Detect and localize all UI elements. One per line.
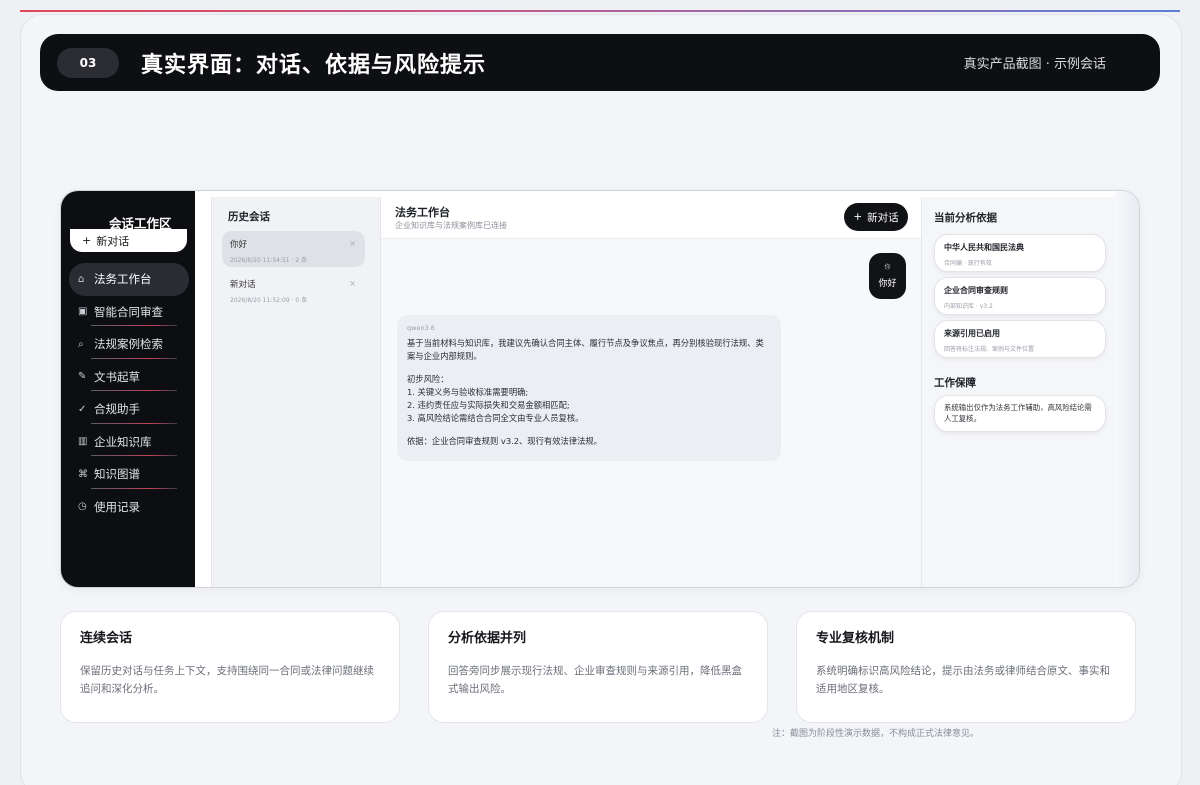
sidebar-new-chat-label: 新对话 [96,234,130,248]
section-banner: 03 真实界面：对话、依据与风险提示 真实产品截图 · 示例会话 [40,34,1160,91]
user-message: 你 你好 [869,253,906,299]
home-icon: ⌂ [78,273,85,285]
history-item[interactable]: 你好 2026/8/20 11:54:51 · 2 条 × [222,231,365,267]
user-label: 你 [884,264,891,271]
risk-item: 1. 关键义务与验收标准需要明确; [407,387,529,397]
guarantee-title: 工作保障 [934,377,976,389]
new-chat-button[interactable]: + 新对话 [844,203,908,231]
sidebar-item-legal-workbench[interactable]: ⌂ 法务工作台 [69,263,189,296]
evidence-meta: 合同编 · 现行有效 [944,260,992,267]
frame-edge [1115,191,1139,587]
check-icon: ✓ [78,403,87,415]
sidebar-item-knowledge-base[interactable]: ▥ 企业知识库 [69,426,189,459]
sidebar-item-contract-review[interactable]: ▣ 智能合同审查 [69,296,189,329]
risk-title: 初步风险： [407,374,449,384]
section-subtitle: 真实产品截图 · 示例会话 [963,57,1106,72]
sidebar-item-case-search[interactable]: ⌕ 法规案例检索 [69,328,189,361]
history-item-name: 你好 [230,240,248,250]
feature-card: 分析依据并列 回答旁同步展示现行法规、企业审查规则与来源引用，降低黑盒式输出风险… [428,611,768,723]
evidence-meta: 内部知识库 · v3.2 [944,303,993,310]
section-number: 03 [57,47,119,78]
evidence-card[interactable]: 中华人民共和国民法典 合同编 · 现行有效 [934,234,1106,272]
assistant-intro: 基于当前材料与知识库，我建议先确认合同主体、履行节点及争议焦点，再分别核验现行法… [407,338,764,361]
new-chat-label: 新对话 [867,211,899,224]
sidebar-new-chat-button[interactable]: + 新对话 [70,229,187,252]
sidebar-item-label: 合规助手 [94,402,140,417]
feature-card: 专业复核机制 系统明确标识高风险结论，提示由法务或律师结合原文、事实和适用地区复… [796,611,1136,723]
document-icon: ▣ [78,306,88,318]
user-message-text: 你好 [878,279,897,289]
book-icon: ▥ [78,436,88,448]
basis-text: 依据：企业合同审查规则 v3.2、现行有效法律法规。 [407,436,602,446]
risk-item: 2. 违约责任应与实际损失和交易金额相匹配; [407,400,570,410]
guarantee-note: 系统输出仅作为法务工作辅助，高风险结论需人工复核。 [934,395,1106,432]
evidence-card[interactable]: 来源引用已启用 回答将标注法规、案例与文件位置 [934,320,1106,358]
feature-title: 连续会话 [80,631,133,646]
plus-icon: + [853,211,863,223]
history-title: 历史会话 [228,211,270,223]
model-label: qwen3.6 [407,324,435,332]
pen-icon: ✎ [78,371,87,383]
footnote: 注：截图为阶段性演示数据，不构成正式法律意见。 [772,729,980,739]
risk-item: 3. 高风险结论需结合合同全文由专业人员复核。 [407,413,584,423]
sidebar-item-compliance[interactable]: ✓ 合规助手 [69,393,189,426]
sidebar-item-label: 智能合同审查 [94,304,163,319]
search-icon: ⌕ [78,338,84,350]
top-accent-line [20,10,1180,12]
feature-card: 连续会话 保留历史对话与任务上下文，支持围绕同一合同或法律问题继续追问和深化分析… [60,611,400,723]
sidebar: 会话工作区 + 新对话 ⌂ 法务工作台 ▣ 智能合同审查 ⌕ 法规案例检索 ✎ [61,191,195,587]
history-panel: 历史会话 你好 2026/8/20 11:54:51 · 2 条 × 新对话 2… [211,197,381,587]
history-item[interactable]: 新对话 2026/8/20 11:52:09 · 0 条 × [222,271,365,307]
chat-subtitle: 企业知识库与法规案例库已连接 [395,221,507,230]
sidebar-item-label: 知识图谱 [94,467,140,482]
history-item-meta: 2026/8/20 11:52:09 · 0 条 [230,297,308,304]
history-item-name: 新对话 [230,280,256,290]
sidebar-item-label: 法务工作台 [94,272,152,287]
evidence-name: 来源引用已启用 [944,329,1000,338]
sidebar-nav: ⌂ 法务工作台 ▣ 智能合同审查 ⌕ 法规案例检索 ✎ 文书起草 ✓ 合规助手 … [69,263,189,523]
feature-title: 分析依据并列 [448,631,527,646]
evidence-card[interactable]: 企业合同审查规则 内部知识库 · v3.2 [934,277,1106,315]
chat-header: 法务工作台 企业知识库与法规案例库已连接 + 新对话 [381,197,921,239]
close-icon[interactable]: × [349,239,356,248]
chat-title: 法务工作台 [395,206,450,219]
feature-desc: 系统明确标识高风险结论，提示由法务或律师结合原文、事实和适用地区复核。 [816,665,1110,695]
chat-panel: 法务工作台 企业知识库与法规案例库已连接 + 新对话 你 你好 qwen3.6 … [381,197,921,587]
evidence-name: 中华人民共和国民法典 [944,243,1024,252]
history-item-meta: 2026/8/20 11:54:51 · 2 条 [230,257,308,264]
feature-title: 专业复核机制 [816,631,895,646]
close-icon[interactable]: × [349,279,356,288]
clock-icon: ◷ [78,501,87,513]
sidebar-item-drafting[interactable]: ✎ 文书起草 [69,361,189,394]
sidebar-item-usage-log[interactable]: ◷ 使用记录 [69,491,189,524]
feature-desc: 回答旁同步展示现行法规、企业审查规则与来源引用，降低黑盒式输出风险。 [448,665,742,695]
assistant-message: qwen3.6 基于当前材料与知识库，我建议先确认合同主体、履行节点及争议焦点，… [397,315,781,461]
plus-icon: + [82,234,92,247]
evidence-panel: 当前分析依据 中华人民共和国民法典 合同编 · 现行有效 企业合同审查规则 内部… [921,197,1117,587]
sidebar-item-label: 使用记录 [94,499,140,514]
sidebar-item-label: 企业知识库 [94,434,152,449]
sidebar-item-knowledge-graph[interactable]: ⌘ 知识图谱 [69,458,189,491]
feature-cards: 连续会话 保留历史对话与任务上下文，支持围绕同一合同或法律问题继续追问和深化分析… [60,611,1136,723]
sidebar-item-label: 法规案例检索 [94,337,163,352]
evidence-title: 当前分析依据 [934,212,997,224]
app-screenshot: 会话工作区 + 新对话 ⌂ 法务工作台 ▣ 智能合同审查 ⌕ 法规案例检索 ✎ [60,190,1140,588]
sidebar-item-label: 文书起草 [94,369,140,384]
graph-icon: ⌘ [78,468,88,480]
evidence-name: 企业合同审查规则 [944,286,1008,295]
section-title: 真实界面：对话、依据与风险提示 [141,52,487,78]
feature-desc: 保留历史对话与任务上下文，支持围绕同一合同或法律问题继续追问和深化分析。 [80,665,374,695]
evidence-meta: 回答将标注法规、案例与文件位置 [944,346,1035,353]
